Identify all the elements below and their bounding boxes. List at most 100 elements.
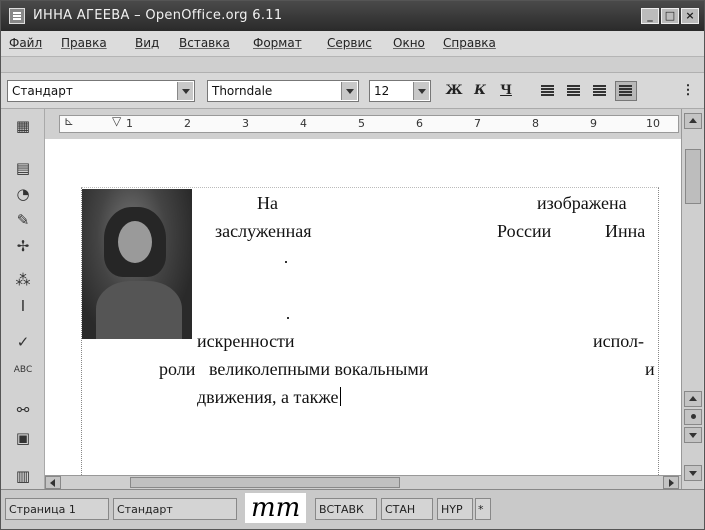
font-name-value: Thorndale — [212, 84, 273, 98]
justify-icon — [619, 85, 632, 87]
doc-word: и — [645, 359, 655, 379]
horizontal-scrollbar[interactable] — [45, 475, 681, 489]
formatting-toolbar: Стандарт Thorndale 12 Ж К Ч ⋮ — [1, 73, 704, 109]
font-size-select[interactable]: 12 — [369, 80, 431, 102]
menu-view[interactable]: Вид — [135, 36, 159, 50]
menu-window[interactable]: Окно — [393, 36, 425, 50]
align-center-icon — [567, 85, 580, 87]
title-bar: ИННА АГЕЕВА – OpenOffice.org 6.11 _ □ × — [1, 1, 704, 31]
font-name-select[interactable]: Thorndale — [207, 80, 359, 102]
left-indent-marker-icon[interactable]: ⊾ — [64, 114, 74, 128]
autospellcheck-icon[interactable]: ABC — [11, 359, 35, 381]
document-area[interactable]: На изображена заслуженная России Инна ис… — [45, 139, 681, 475]
doc-word: испол- — [593, 331, 644, 351]
toolbar-overflow-handle[interactable]: ⋮ — [681, 81, 695, 101]
ruler-mark: 9 — [590, 117, 597, 130]
minimize-button[interactable]: _ — [641, 8, 659, 24]
underline-button[interactable]: Ч — [495, 81, 517, 101]
previous-page-button[interactable] — [684, 391, 702, 407]
align-left-icon — [541, 85, 554, 87]
vertical-scroll-thumb[interactable] — [685, 149, 701, 204]
menu-bar: Файл Правка Вид Вставка Формат Сервис Ок… — [1, 31, 704, 57]
align-center-button[interactable] — [563, 81, 585, 101]
status-selection-mode[interactable]: СТАН — [381, 498, 433, 520]
ruler-mark: 6 — [416, 117, 423, 130]
doc-word: изображена — [537, 193, 627, 213]
function-toolbar-collapsed[interactable] — [1, 57, 704, 73]
close-button[interactable]: × — [681, 8, 699, 24]
chevron-down-icon[interactable] — [341, 82, 357, 100]
status-hyperlink-mode[interactable]: HYP — [437, 498, 473, 520]
doc-word: искренности — [197, 331, 295, 351]
document-icon[interactable] — [9, 8, 25, 24]
align-left-button[interactable] — [537, 81, 559, 101]
menu-help[interactable]: Справка — [443, 36, 496, 50]
navigator-icon[interactable]: ▦ — [11, 115, 35, 137]
insert-table-icon[interactable]: ▤ — [11, 157, 35, 179]
form-controls-icon[interactable]: ⁂ — [11, 269, 35, 291]
chevron-down-icon[interactable] — [177, 82, 193, 100]
doc-word: Инна — [605, 221, 646, 241]
align-right-button[interactable] — [589, 81, 611, 101]
menu-format[interactable]: Формат — [253, 36, 302, 50]
menu-tools[interactable]: Сервис — [327, 36, 372, 50]
online-layout-icon[interactable]: ▥ — [11, 465, 35, 487]
doc-word: России — [497, 221, 552, 241]
scroll-left-button[interactable] — [45, 476, 61, 489]
navigation-button[interactable] — [684, 409, 702, 425]
status-modified: * — [475, 498, 491, 520]
portrait-photo[interactable] — [82, 189, 192, 339]
openoffice-window: ИННА АГЕЕВА – OpenOffice.org 6.11 _ □ × … — [0, 0, 705, 530]
data-sources-icon[interactable]: ▣ — [11, 427, 35, 449]
insert-field-icon[interactable]: ✢ — [11, 235, 35, 257]
scroll-down-button[interactable] — [684, 465, 702, 481]
italic-button[interactable]: К — [469, 81, 491, 101]
justify-button[interactable] — [615, 81, 637, 101]
bold-button[interactable]: Ж — [443, 81, 465, 101]
horizontal-scroll-thumb[interactable] — [130, 477, 400, 488]
paragraph-style-value: Стандарт — [12, 84, 73, 98]
ruler-mark: 7 — [474, 117, 481, 130]
doc-word: На — [257, 193, 278, 213]
doc-word: роли — [159, 359, 196, 379]
text-cursor — [339, 387, 341, 406]
doc-word: заслуженная — [215, 221, 312, 241]
ruler-mark: 8 — [532, 117, 539, 130]
font-size-value: 12 — [374, 84, 390, 98]
status-bar: Страница 1 Стандарт mm ВСТАВК СТАН HYP * — [1, 489, 704, 529]
ruler-mark: 4 — [300, 117, 307, 130]
status-page-style[interactable]: Стандарт — [113, 498, 237, 520]
menu-file[interactable]: Файл — [9, 36, 42, 50]
maximize-button[interactable]: □ — [661, 8, 679, 24]
first-line-indent-marker-icon[interactable]: ▽ — [112, 114, 121, 128]
horizontal-ruler[interactable]: ⊾ ▽ 1 2 3 4 5 6 7 8 9 10 — [59, 114, 679, 133]
menu-insert[interactable]: Вставка — [179, 36, 230, 50]
doc-line-last: движения, а также — [197, 387, 341, 408]
status-insert-mode[interactable]: ВСТАВК — [315, 498, 377, 520]
find-binoculars-icon[interactable]: ⚯ — [11, 399, 35, 421]
doc-word: великолепными вокальными — [209, 359, 429, 379]
spellcheck-icon[interactable]: ✓ — [11, 331, 35, 353]
scroll-right-button[interactable] — [663, 476, 679, 489]
draw-pencil-icon[interactable]: ✎ — [11, 209, 35, 231]
ruler-area: ⊾ ▽ 1 2 3 4 5 6 7 8 9 10 — [1, 109, 704, 139]
doc-word: движения, а также — [197, 387, 339, 407]
ruler-mark: 1 — [126, 117, 133, 130]
status-page[interactable]: Страница 1 — [5, 498, 109, 520]
vertical-scrollbar[interactable] — [681, 109, 703, 489]
status-unit-label: mm — [245, 493, 307, 523]
ruler-mark: 3 — [242, 117, 249, 130]
scroll-up-button[interactable] — [684, 113, 702, 129]
main-toolbar: ▦ ▤ ◔ ✎ ✢ ⁂ I ✓ ABC ⚯ ▣ ▥ — [1, 109, 45, 489]
chevron-down-icon[interactable] — [413, 82, 429, 100]
text-cursor-icon[interactable]: I — [11, 295, 35, 317]
document-page[interactable]: На изображена заслуженная России Инна ис… — [45, 139, 681, 475]
align-right-icon — [593, 85, 606, 87]
ruler-mark: 5 — [358, 117, 365, 130]
menu-edit[interactable]: Правка — [61, 36, 107, 50]
insert-object-icon[interactable]: ◔ — [11, 183, 35, 205]
ruler-mark: 2 — [184, 117, 191, 130]
next-page-button[interactable] — [684, 427, 702, 443]
paragraph-style-select[interactable]: Стандарт — [7, 80, 195, 102]
ruler-mark: 10 — [646, 117, 660, 130]
